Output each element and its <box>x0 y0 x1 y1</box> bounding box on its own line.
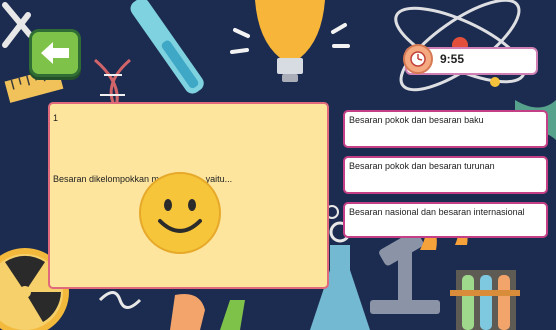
answer-option-label: Besaran pokok dan besaran turunan <box>349 161 495 171</box>
back-button[interactable] <box>29 29 81 77</box>
timer-icon <box>403 44 433 74</box>
answer-option-2[interactable]: Besaran pokok dan besaran turunan <box>343 156 548 194</box>
back-arrow-icon <box>41 42 69 64</box>
timer-value: 9:55 <box>440 52 465 66</box>
answer-option-label: Besaran nasional dan besaran internasion… <box>349 207 525 217</box>
answer-option-3[interactable]: Besaran nasional dan besaran internasion… <box>343 202 548 238</box>
answer-option-label: Besaran pokok dan besaran baku <box>349 115 484 125</box>
question-number: 1 <box>53 113 59 123</box>
smiley-face-icon <box>139 172 221 254</box>
answer-option-1[interactable]: Besaran pokok dan besaran baku <box>343 110 548 148</box>
